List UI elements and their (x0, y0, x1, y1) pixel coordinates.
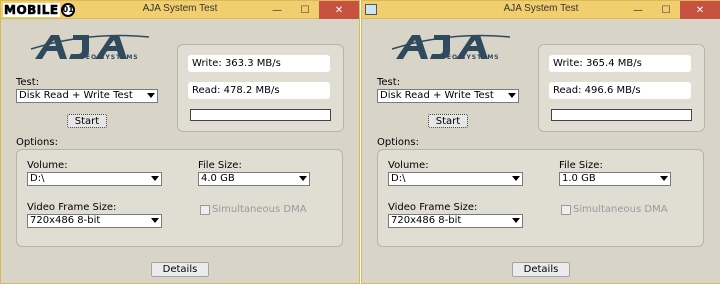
watermark-logo: MOBILE 01 (3, 2, 75, 18)
watermark-badge: 01 (60, 3, 75, 17)
logo-subtitle: VIDEO SYSTEMS (71, 54, 139, 61)
results-panel: Write: 363.3 MB/s Read: 478.2 MB/s (177, 44, 344, 132)
file-size-select-value: 1.0 GB (562, 173, 596, 184)
options-panel: Volume: D:\ File Size: 1.0 GB Video Fram… (377, 149, 704, 247)
volume-select-value: D:\ (391, 173, 406, 184)
aja-window-right: AJA System Test — ☐ ✕ VIDEO SYSTEMS Test… (361, 0, 720, 284)
test-select[interactable]: Disk Read + Write Test (377, 89, 519, 103)
read-speed: Read: 496.6 MB/s (549, 82, 691, 99)
close-button[interactable]: ✕ (319, 1, 359, 19)
simultaneous-dma-label: Simultaneous DMA (212, 204, 307, 215)
chevron-down-icon (512, 218, 520, 223)
volume-select-value: D:\ (30, 173, 45, 184)
maximize-button[interactable]: ☐ (291, 1, 319, 19)
volume-select[interactable]: D:\ (27, 172, 162, 186)
minimize-button[interactable]: — (263, 1, 291, 19)
simultaneous-dma-label: Simultaneous DMA (573, 204, 668, 215)
write-speed: Write: 363.3 MB/s (188, 55, 330, 72)
close-button[interactable]: ✕ (680, 1, 720, 19)
options-panel: Volume: D:\ File Size: 4.0 GB Video Fram… (16, 149, 343, 247)
video-frame-size-select-value: 720x486 8-bit (30, 215, 101, 226)
results-panel: Write: 365.4 MB/s Read: 496.6 MB/s (538, 44, 705, 132)
details-button[interactable]: Details (151, 262, 209, 277)
window-controls: — ☐ ✕ (624, 1, 720, 19)
aja-window-left: AJA System Test — ☐ ✕ MOBILE 01 VIDEO SY… (0, 0, 360, 284)
video-frame-size-label: Video Frame Size: (388, 202, 478, 213)
details-button[interactable]: Details (512, 262, 570, 277)
title-bar[interactable]: AJA System Test — ☐ ✕ (362, 1, 720, 19)
file-size-select[interactable]: 4.0 GB (198, 172, 310, 186)
file-size-select[interactable]: 1.0 GB (559, 172, 671, 186)
write-speed: Write: 365.4 MB/s (549, 55, 691, 72)
maximize-button[interactable]: ☐ (652, 1, 680, 19)
read-speed: Read: 478.2 MB/s (188, 82, 330, 99)
chevron-down-icon (299, 176, 307, 181)
start-button[interactable]: Start (67, 114, 107, 128)
minimize-button[interactable]: — (624, 1, 652, 19)
watermark-text: MOBILE (3, 3, 60, 17)
chevron-down-icon (151, 218, 159, 223)
logo-subtitle: VIDEO SYSTEMS (432, 54, 500, 61)
test-select[interactable]: Disk Read + Write Test (16, 89, 158, 103)
simultaneous-dma-checkbox[interactable] (200, 205, 210, 215)
volume-label: Volume: (27, 160, 68, 171)
test-select-value: Disk Read + Write Test (380, 90, 494, 101)
chevron-down-icon (147, 93, 155, 98)
chevron-down-icon (508, 93, 516, 98)
chevron-down-icon (660, 176, 668, 181)
file-size-label: File Size: (559, 160, 603, 171)
file-size-select-value: 4.0 GB (201, 173, 235, 184)
test-label: Test: (16, 77, 40, 88)
simultaneous-dma-checkbox[interactable] (561, 205, 571, 215)
options-label: Options: (377, 137, 419, 148)
file-size-label: File Size: (198, 160, 242, 171)
start-button[interactable]: Start (428, 114, 468, 128)
video-frame-size-select[interactable]: 720x486 8-bit (27, 214, 162, 228)
video-frame-size-select[interactable]: 720x486 8-bit (388, 214, 523, 228)
volume-label: Volume: (388, 160, 429, 171)
volume-select[interactable]: D:\ (388, 172, 523, 186)
options-label: Options: (16, 137, 58, 148)
progress-bar (190, 109, 331, 121)
chevron-down-icon (512, 176, 520, 181)
test-label: Test: (377, 77, 401, 88)
video-frame-size-select-value: 720x486 8-bit (391, 215, 462, 226)
progress-bar (551, 109, 692, 121)
test-select-value: Disk Read + Write Test (19, 90, 133, 101)
video-frame-size-label: Video Frame Size: (27, 202, 117, 213)
chevron-down-icon (151, 176, 159, 181)
window-controls: — ☐ ✕ (263, 1, 359, 19)
